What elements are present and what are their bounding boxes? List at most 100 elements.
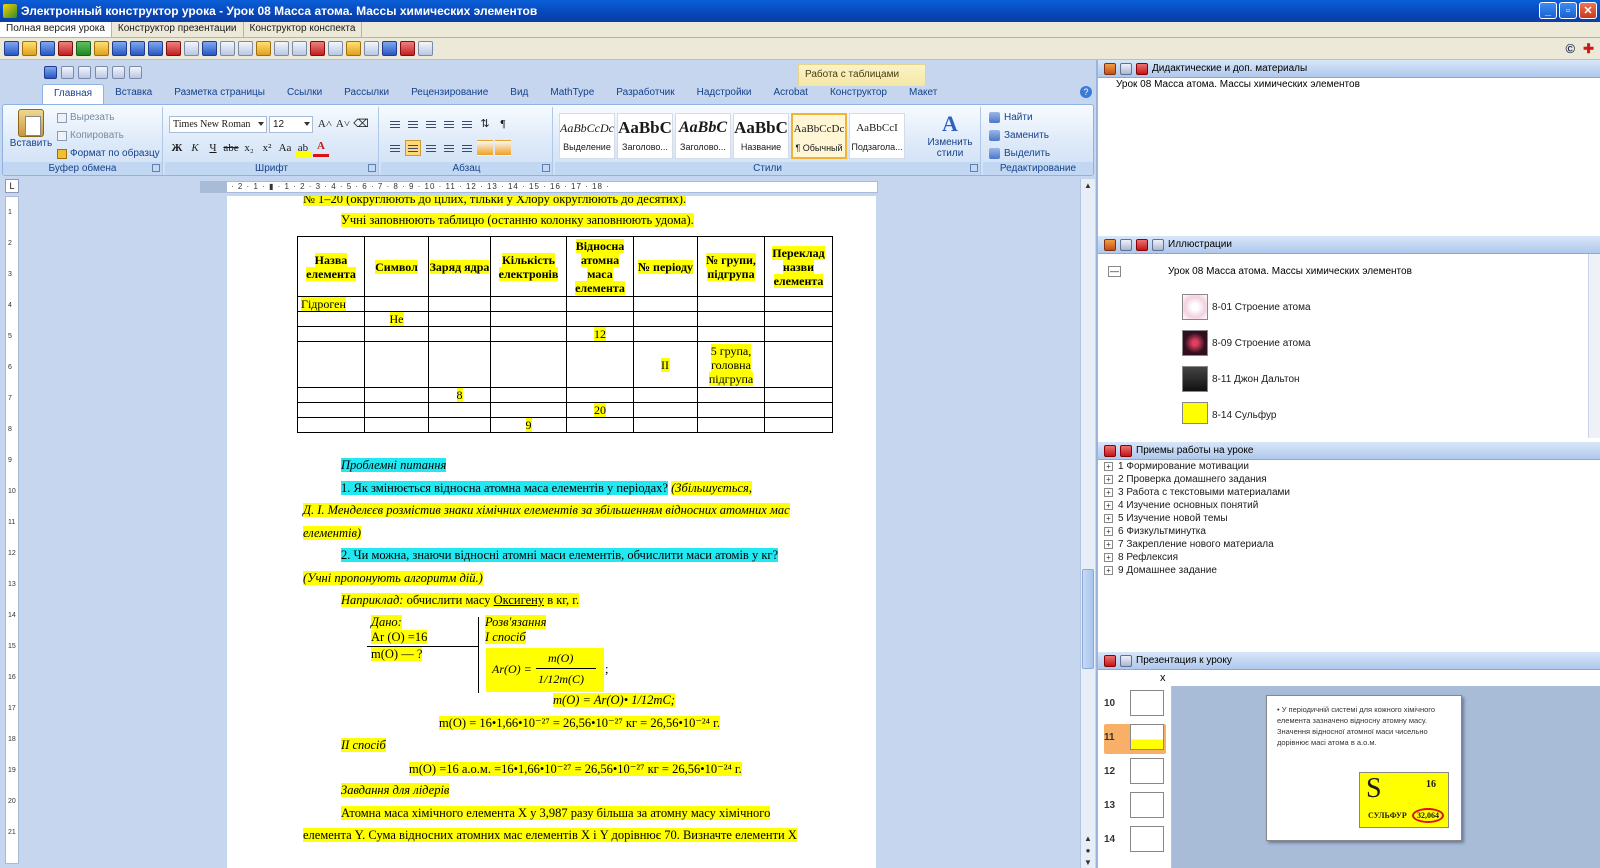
expand-icon[interactable]: + <box>1104 527 1113 536</box>
table-cell[interactable] <box>364 341 429 388</box>
table-cell[interactable] <box>633 417 698 433</box>
ribbon-tab-developer[interactable]: Разработчик <box>605 84 685 104</box>
table-cell[interactable] <box>297 311 365 327</box>
qat-zoom-icon[interactable] <box>129 65 142 79</box>
folder-icon[interactable] <box>346 41 361 56</box>
change-case-button[interactable]: Aa <box>277 140 293 157</box>
tab-full-lesson[interactable]: Полная версия урока <box>0 22 112 37</box>
method-item[interactable]: 6 Физкультминутка <box>1118 526 1206 537</box>
clear-format-icon[interactable]: ⌫ <box>353 116 369 133</box>
align-left-icon[interactable] <box>387 140 403 156</box>
table-cell[interactable] <box>428 296 491 312</box>
stop-icon[interactable] <box>400 41 415 56</box>
style-heading2[interactable]: AaBbC Заголово... <box>675 113 731 159</box>
ribbon-tab-home[interactable]: Главная <box>42 84 105 104</box>
slide-thumb[interactable]: 11 <box>1104 724 1166 754</box>
table-cell[interactable] <box>297 341 365 388</box>
copy-icon[interactable] <box>328 41 343 56</box>
table-cell[interactable]: 20 <box>566 402 634 418</box>
illustrations-scrollbar[interactable] <box>1588 254 1600 438</box>
atom-icon[interactable] <box>1182 294 1208 320</box>
settings-icon[interactable] <box>418 41 433 56</box>
dialog-launcher-icon[interactable] <box>542 164 550 172</box>
decrease-indent-icon[interactable] <box>441 116 457 132</box>
atom-image-icon[interactable] <box>1182 330 1208 356</box>
ribbon-tab-insert[interactable]: Вставка <box>104 84 163 104</box>
add-image-icon[interactable] <box>1104 238 1116 251</box>
underline-button[interactable]: Ч <box>205 140 221 157</box>
grow-font-button[interactable]: A˄ <box>317 116 333 133</box>
table-cell[interactable]: 5 група, головна підгрупа <box>697 341 765 388</box>
table-cell[interactable] <box>297 417 365 433</box>
table-cell[interactable] <box>428 417 491 433</box>
table-cell[interactable] <box>428 402 491 418</box>
table-cell[interactable] <box>364 387 429 403</box>
scroll-up-icon[interactable]: ▲ <box>1083 181 1093 191</box>
table-cell[interactable]: II <box>633 341 698 388</box>
align-icon[interactable] <box>256 41 271 56</box>
table-cell[interactable] <box>566 341 634 388</box>
align-right-icon[interactable] <box>423 140 439 156</box>
dialog-launcher-icon[interactable] <box>152 164 160 172</box>
illustration-item[interactable]: 8-09 Строение атома <box>1212 338 1311 349</box>
browse-object-icon[interactable]: ● <box>1083 846 1093 856</box>
justify-icon[interactable] <box>441 140 457 156</box>
table-cell[interactable] <box>764 326 833 342</box>
multilevel-icon[interactable] <box>423 116 439 132</box>
table-cell[interactable] <box>764 417 833 433</box>
qat-print-icon[interactable] <box>112 65 125 79</box>
tab-presentation-builder[interactable]: Конструктор презентации <box>112 22 244 37</box>
film-icon[interactable] <box>130 41 145 56</box>
frame-icon[interactable] <box>112 41 127 56</box>
font-color-button[interactable]: A <box>313 140 329 157</box>
table-cell[interactable] <box>633 387 698 403</box>
close-icon[interactable]: x <box>1160 672 1166 684</box>
table-cell[interactable] <box>566 311 634 327</box>
qat-save-icon[interactable] <box>44 65 57 79</box>
maximize-button[interactable]: ▫ <box>1559 2 1577 19</box>
align-center-icon[interactable] <box>405 140 421 156</box>
style-subtitle[interactable]: AaBbCcI Подзагола... <box>849 113 905 159</box>
copyright-icon[interactable]: © <box>1566 41 1576 57</box>
cut-button[interactable]: Вырезать <box>57 112 114 123</box>
ribbon-tab-page-layout[interactable]: Разметка страницы <box>163 84 276 104</box>
strikethrough-button[interactable]: abe <box>223 140 239 157</box>
next-page-icon[interactable]: ▼ <box>1083 858 1093 868</box>
elements-table[interactable]: Назва елемента Символ Заряд ядра Кількіс… <box>297 236 833 433</box>
ribbon-tab-mathtype[interactable]: MathType <box>539 84 605 104</box>
find-button[interactable]: Найти <box>989 112 1033 123</box>
horizontal-ruler[interactable]: · 2 · 1 · ▮ · 1 · 2 · 3 · 4 · 5 · 6 · 7 … <box>226 181 878 193</box>
delete-icon[interactable] <box>310 41 325 56</box>
flag-icon[interactable] <box>1104 444 1116 457</box>
numbering-icon[interactable] <box>405 116 421 132</box>
shrink-font-button[interactable]: A˅ <box>335 116 351 133</box>
table-cell[interactable] <box>764 296 833 312</box>
method-item[interactable]: 7 Закрепление нового материала <box>1118 539 1274 550</box>
table-cell[interactable] <box>697 417 765 433</box>
copy-button[interactable]: Копировать <box>57 130 124 141</box>
superscript-button[interactable]: x² <box>259 140 275 157</box>
ribbon-tab-references[interactable]: Ссылки <box>276 84 333 104</box>
current-slide[interactable]: • У періодичній системі для кожного хімі… <box>1266 695 1462 841</box>
qat-redo-icon[interactable] <box>78 65 91 79</box>
table-cell[interactable] <box>566 296 634 312</box>
table-cell[interactable] <box>490 311 567 327</box>
ribbon-tab-review[interactable]: Рецензирование <box>400 84 499 104</box>
expand-icon[interactable]: + <box>1104 475 1113 484</box>
save-icon[interactable] <box>40 41 55 56</box>
table-cell[interactable] <box>428 326 491 342</box>
style-heading1[interactable]: AaBbC Заголово... <box>617 113 673 159</box>
format-painter-button[interactable]: Формат по образцу <box>57 148 160 159</box>
document-scrollbar[interactable]: ▲ ▲ ● ▼ <box>1080 179 1095 868</box>
table-cell[interactable] <box>697 311 765 327</box>
list-icon[interactable] <box>1120 62 1132 75</box>
method-item[interactable]: 4 Изучение основных понятий <box>1118 500 1258 511</box>
table-cell[interactable] <box>633 296 698 312</box>
table-cell[interactable]: 8 <box>428 387 491 403</box>
remove-icon[interactable] <box>1136 62 1148 75</box>
illustration-item[interactable]: 8-14 Сульфур <box>1212 410 1276 421</box>
media-icon[interactable] <box>166 41 181 56</box>
table-cell[interactable] <box>428 341 491 388</box>
table-cell[interactable] <box>364 417 429 433</box>
line-spacing-icon[interactable] <box>459 140 475 156</box>
